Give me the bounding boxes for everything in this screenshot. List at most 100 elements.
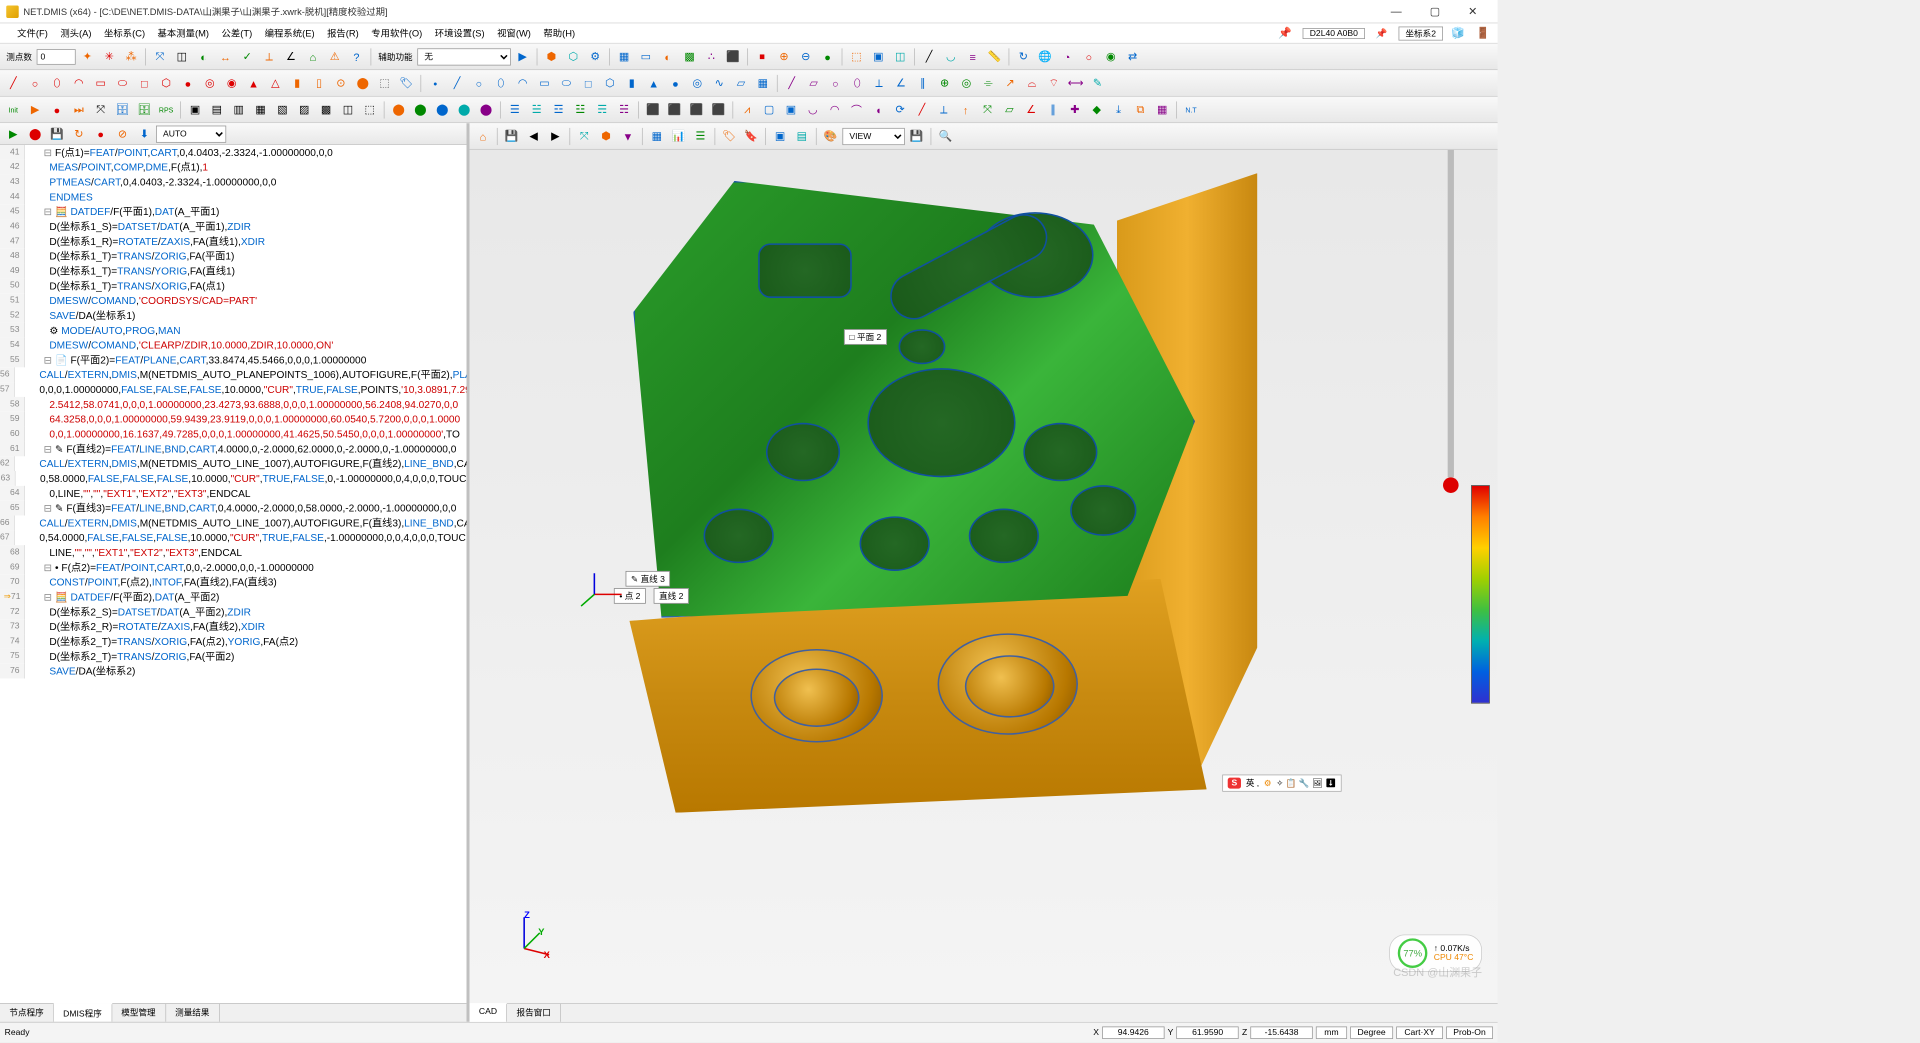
circle-feat-icon[interactable]: ○	[25, 73, 45, 93]
pointcloud-icon[interactable]: ∴	[701, 46, 721, 66]
prism7-icon[interactable]: ▩	[316, 99, 336, 119]
line-tool-icon[interactable]: ╱	[919, 46, 939, 66]
cube1-icon[interactable]: ⬛	[643, 99, 663, 119]
rect2-feat-icon[interactable]: ▭	[534, 73, 554, 93]
vp-grid-icon[interactable]: ▦	[647, 126, 667, 146]
cs-diamond-icon[interactable]: ◆	[1087, 99, 1107, 119]
probe-dial-label[interactable]: D2L40 A0B0	[1303, 28, 1365, 39]
cyl-feat-icon[interactable]: ▮	[287, 73, 307, 93]
bottom-tab[interactable]: DMIS程序	[54, 1003, 112, 1022]
vp-window2-icon[interactable]: ▤	[792, 126, 812, 146]
point-feat-icon[interactable]: •	[425, 73, 445, 93]
rect-feat-icon[interactable]: ▭	[90, 73, 110, 93]
exit-icon[interactable]: 🚪	[1473, 23, 1493, 43]
view-select[interactable]: VIEW	[842, 128, 904, 145]
maximize-button[interactable]: ▢	[1424, 5, 1447, 18]
line2-feat-icon[interactable]: ╱	[447, 73, 467, 93]
prism3-icon[interactable]: ▥	[229, 99, 249, 119]
aux-select[interactable]: 无	[417, 48, 511, 65]
vp-prev-icon[interactable]: ◀	[523, 126, 543, 146]
cs-up-icon[interactable]: ↑	[955, 99, 975, 119]
status-probe[interactable]: Prob-On	[1446, 1026, 1493, 1038]
stack3-icon[interactable]: ☲	[548, 99, 568, 119]
ime-tools[interactable]: ✧ 📋 🔧 🖼 ⬇	[1276, 778, 1336, 788]
tol-cyl-icon[interactable]: ⬯	[847, 73, 867, 93]
arc-feat-icon[interactable]: ◠	[69, 73, 89, 93]
label-line2[interactable]: 直线 2	[654, 588, 689, 604]
rps-icon[interactable]: RPS	[156, 99, 176, 119]
vp-chart-icon[interactable]: 📊	[668, 126, 688, 146]
home-icon[interactable]: ⌂	[303, 46, 323, 66]
crop-icon[interactable]: ⬚	[846, 46, 866, 66]
prism1-icon[interactable]: ▣	[185, 99, 205, 119]
torus2-feat-icon[interactable]: ◎	[687, 73, 707, 93]
fill-icon[interactable]: ◉	[1101, 46, 1121, 66]
menu-item[interactable]: 报告(R)	[321, 28, 365, 39]
mirror-icon[interactable]: ⇄	[1122, 46, 1142, 66]
cs-proj-icon[interactable]: ⤓	[1108, 99, 1128, 119]
distance-icon[interactable]: ↔	[215, 46, 235, 66]
tol-prof-icon[interactable]: ⌓	[1022, 73, 1042, 93]
gear-icon[interactable]: ⚙	[585, 46, 605, 66]
tol-runout-icon[interactable]: ↗	[1000, 73, 1020, 93]
right-bottom-tab[interactable]: 报告窗口	[507, 1004, 561, 1022]
run-icon[interactable]: ▶	[3, 124, 23, 144]
cs-plane-icon[interactable]: ▱	[999, 99, 1019, 119]
torus-feat-icon[interactable]: ⊙	[331, 73, 351, 93]
cube4-icon[interactable]: ⬛	[708, 99, 728, 119]
target-b-icon[interactable]: ⊖	[796, 46, 816, 66]
coord-system-selector[interactable]: 坐标系2	[1398, 26, 1443, 40]
code-line[interactable]: 65⊟ ✎ F(直线3)=FEAT/LINE,BND,CART,0,4.0000…	[0, 501, 466, 516]
vp-list-icon[interactable]: ☰	[690, 126, 710, 146]
tol-line-icon[interactable]: ╱	[782, 73, 802, 93]
geometry-icon[interactable]: ◐	[193, 46, 213, 66]
prism5-icon[interactable]: ▧	[272, 99, 292, 119]
mode-select[interactable]: AUTO	[156, 125, 226, 142]
db-a-icon[interactable]: 🗄	[112, 99, 132, 119]
slot2-feat-icon[interactable]: ⬭	[556, 73, 576, 93]
tol-perp-icon[interactable]: ⟂	[869, 73, 889, 93]
step-icon[interactable]: ⏭	[69, 99, 89, 119]
select-icon[interactable]: ▣	[868, 46, 888, 66]
hex-feat-icon[interactable]: ⬡	[156, 73, 176, 93]
code-line[interactable]: 44 ENDMES	[0, 190, 466, 205]
code-line[interactable]: 46 D(坐标系1_S)=DATSET/DAT(A_平面1),ZDIR	[0, 219, 466, 234]
cube2-icon[interactable]: ⬛	[665, 99, 685, 119]
vp-next-icon[interactable]: ▶	[545, 126, 565, 146]
code-line[interactable]: 50 D(坐标系1_T)=TRANS/XORIG,FA(点1)	[0, 278, 466, 293]
cone3-feat-icon[interactable]: ▲	[644, 73, 664, 93]
sph2-feat-icon[interactable]: ●	[665, 73, 685, 93]
cluster-icon[interactable]: ⁂	[121, 46, 141, 66]
align-icon[interactable]: ≡	[963, 46, 983, 66]
code-line[interactable]: 41⊟ F(点1)=FEAT/POINT,CART,0,4.0403,-2.33…	[0, 145, 466, 160]
code-line[interactable]: 67 0,54.0000,FALSE,FALSE,FALSE,10.0000,"…	[0, 530, 466, 545]
mesh-icon[interactable]: ▩	[679, 46, 699, 66]
halt-icon[interactable]: ⬤	[25, 124, 45, 144]
code-line[interactable]: 73 D(坐标系2_R)=ROTATE/ZAXIS,FA(直线2),XDIR	[0, 619, 466, 634]
match-icon[interactable]: ✓	[237, 46, 257, 66]
code-line[interactable]: 62 CALL/EXTERN,DMIS,M(NETDMIS_AUTO_LINE_…	[0, 456, 466, 471]
cylinder-b-icon[interactable]: ⬡	[563, 46, 583, 66]
cone2-feat-icon[interactable]: △	[265, 73, 285, 93]
disk1-icon[interactable]: ⬤	[388, 99, 408, 119]
save-code-icon[interactable]: 💾	[47, 124, 67, 144]
arc5-icon[interactable]: ⌒	[846, 99, 866, 119]
donut-feat-icon[interactable]: ◉	[222, 73, 242, 93]
menu-item[interactable]: 帮助(H)	[537, 28, 581, 39]
coord-pin-icon[interactable]: 📌	[1370, 28, 1394, 39]
offset-icon[interactable]: ◫	[890, 46, 910, 66]
menu-item[interactable]: 环境设置(S)	[428, 28, 490, 39]
stop-icon[interactable]: ⏹	[752, 46, 772, 66]
tol-round-icon[interactable]: ○	[825, 73, 845, 93]
solid-icon[interactable]: ⬛	[723, 46, 743, 66]
dim-set-icon[interactable]: ◫	[172, 46, 192, 66]
vp-zoom-icon[interactable]: 🔍	[935, 126, 955, 146]
zigzag-icon[interactable]: ⩘	[737, 99, 757, 119]
menu-item[interactable]: 视窗(W)	[491, 28, 537, 39]
ellipse2-feat-icon[interactable]: ⬯	[491, 73, 511, 93]
arc2-feat-icon[interactable]: ◠	[512, 73, 532, 93]
code-line[interactable]: 53 ⚙ MODE/AUTO,PROG,MAN	[0, 323, 466, 338]
tol-pos-icon[interactable]: ⊕	[934, 73, 954, 93]
cs-plus-icon[interactable]: ✚	[1065, 99, 1085, 119]
stack2-icon[interactable]: ☱	[527, 99, 547, 119]
